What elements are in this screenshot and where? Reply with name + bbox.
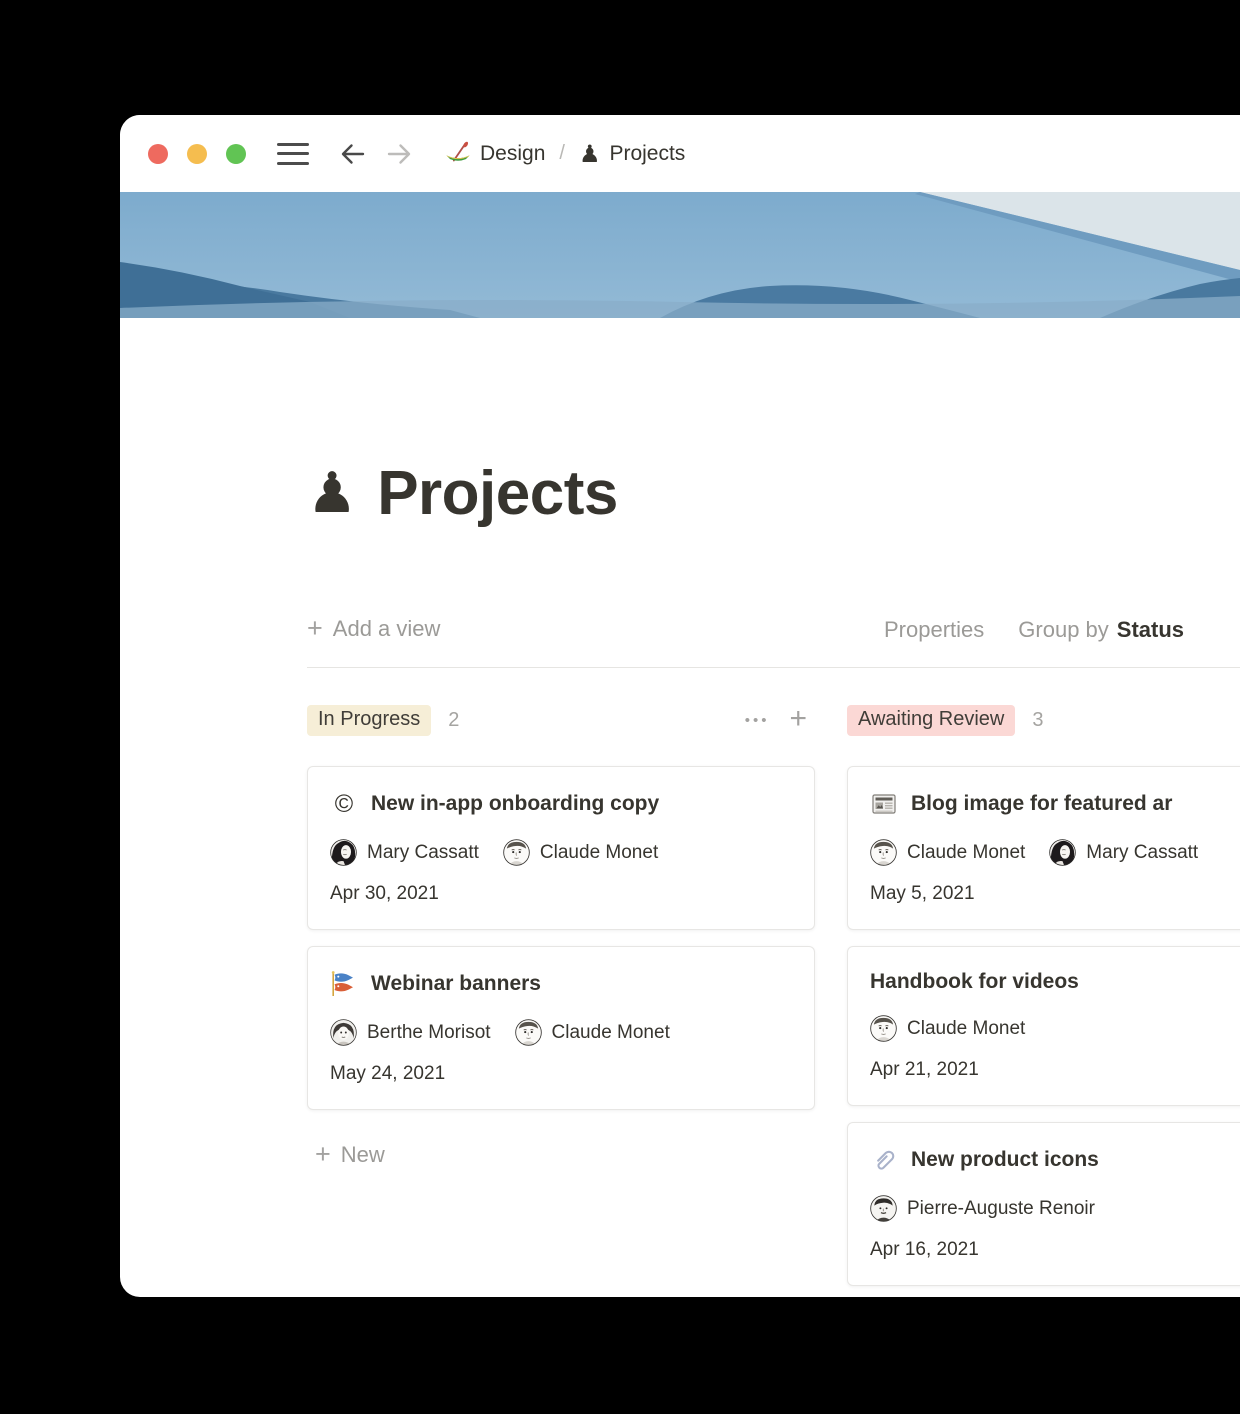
breadcrumb: Design / ♟ Projects [445,141,685,167]
breadcrumb-page[interactable]: ♟ Projects [579,142,685,166]
newspaper-icon [870,790,898,818]
view-divider [307,667,1240,668]
page-icon-pawn[interactable]: ♟ [307,466,357,522]
new-card-label: New [341,1142,385,1168]
sidebar-menu-icon[interactable] [277,143,309,165]
card-person: Berthe Morisot [330,1019,491,1046]
canoe-icon [445,141,471,167]
avatar-mary-cassatt [1049,839,1076,866]
status-badge-in-progress[interactable]: In Progress [307,705,431,736]
card-title: New product icons [911,1148,1099,1172]
column-add-card-icon[interactable]: + [789,704,807,734]
copyright-icon: © [330,790,358,818]
card-new-product-icons[interactable]: New product icons Pierre-Auguste Renoir … [847,1122,1240,1286]
card-webinar-banners[interactable]: Webinar banners Berthe Morisot Claude Mo… [307,946,815,1110]
breadcrumb-workspace-label: Design [480,142,545,166]
avatar-pierre-auguste-renoir [870,1195,897,1222]
person-name: Claude Monet [907,842,1025,864]
add-view-button[interactable]: + Add a view [307,615,440,642]
board-column-awaiting-review: Awaiting Review 3 Blog image for feature… [847,702,1240,1297]
card-person: Mary Cassatt [1049,839,1198,866]
zoom-window-button[interactable] [226,144,246,164]
view-bar: + Add a view Properties Group by Status [307,615,1240,647]
avatar-claude-monet [503,839,530,866]
close-window-button[interactable] [148,144,168,164]
card-person: Claude Monet [870,839,1025,866]
person-name: Claude Monet [907,1018,1025,1040]
card-title: Handbook for videos [870,970,1079,994]
person-name: Berthe Morisot [367,1022,491,1044]
card-date: Apr 16, 2021 [870,1239,1240,1261]
group-by-label: Group by [1018,617,1109,642]
properties-button[interactable]: Properties [884,617,984,643]
card-date: May 5, 2021 [870,883,1240,905]
group-by-value: Status [1117,617,1184,642]
back-arrow-icon[interactable] [339,140,367,168]
breadcrumb-workspace[interactable]: Design [445,141,545,167]
card-person: Claude Monet [870,1015,1025,1042]
page-title: Projects [377,460,618,528]
person-name: Mary Cassatt [1086,842,1198,864]
breadcrumb-separator: / [559,142,565,165]
breadcrumb-page-label: Projects [609,142,685,166]
avatar-claude-monet [870,839,897,866]
card-blog-image-for-featured-article[interactable]: Blog image for featured ar Claude Monet … [847,766,1240,930]
card-title: Webinar banners [371,972,541,996]
board-column-in-progress: In Progress 2 ••• + © New in-app onboard… [307,702,815,1168]
page-body: ♟ Projects + Add a view Properties Group… [120,318,1240,1297]
card-date: Apr 21, 2021 [870,1059,1240,1081]
paperclip-icon [870,1146,898,1174]
column-options-icon[interactable]: ••• [745,713,770,728]
kanban-board: In Progress 2 ••• + © New in-app onboard… [307,702,1240,1297]
minimize-window-button[interactable] [187,144,207,164]
card-title: New in-app onboarding copy [371,792,659,816]
avatar-claude-monet [515,1019,542,1046]
person-name: Mary Cassatt [367,842,479,864]
card-person: Mary Cassatt [330,839,479,866]
avatar-claude-monet [870,1015,897,1042]
cover-image [120,192,1240,318]
person-name: Claude Monet [552,1022,670,1044]
app-window: Design / ♟ Projects [120,115,1240,1297]
card-handbook-for-videos[interactable]: Handbook for videos Claude Monet Apr 21,… [847,946,1240,1106]
plus-icon: + [315,1141,331,1168]
card-date: May 24, 2021 [330,1063,792,1085]
card-person: Claude Monet [503,839,658,866]
person-name: Claude Monet [540,842,658,864]
card-person: Pierre-Auguste Renoir [870,1195,1095,1222]
avatar-berthe-morisot [330,1019,357,1046]
column-count: 3 [1032,709,1043,732]
column-count: 2 [448,709,459,732]
group-by-button[interactable]: Group by Status [1018,617,1184,643]
avatar-mary-cassatt [330,839,357,866]
card-date: Apr 30, 2021 [330,883,792,905]
card-new-in-app-onboarding-copy[interactable]: © New in-app onboarding copy Mary Cassat… [307,766,815,930]
carp-streamer-icon [330,970,358,998]
person-name: Pierre-Auguste Renoir [907,1198,1095,1220]
new-card-button[interactable]: + New [307,1141,815,1168]
traffic-lights [148,144,246,164]
card-person: Claude Monet [515,1019,670,1046]
black-pawn-icon: ♟ [579,142,601,166]
card-title: Blog image for featured ar [911,792,1172,816]
forward-arrow-icon[interactable] [385,140,413,168]
add-view-label: Add a view [333,616,441,642]
plus-icon: + [307,615,323,642]
status-badge-awaiting-review[interactable]: Awaiting Review [847,705,1015,736]
window-titlebar: Design / ♟ Projects [120,115,1240,192]
